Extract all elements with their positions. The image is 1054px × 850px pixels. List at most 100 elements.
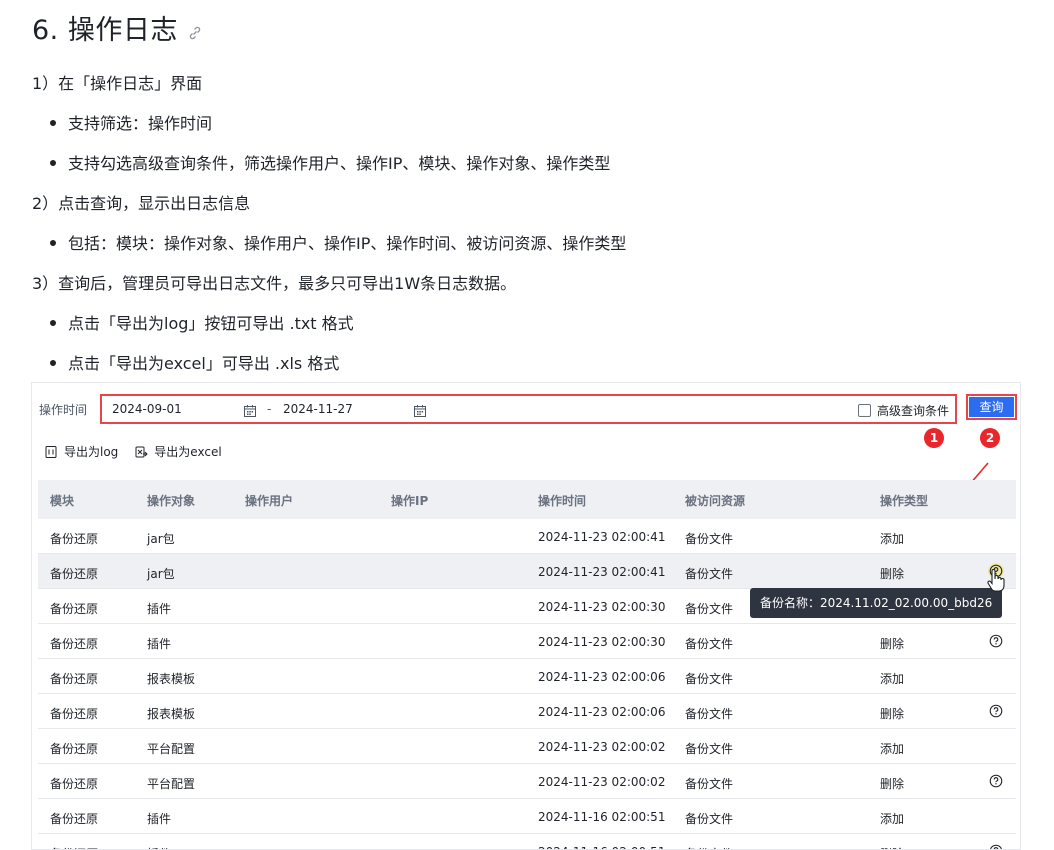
cell-type: 添加 — [880, 812, 905, 826]
column-header: 操作对象 — [147, 494, 196, 508]
column-header: 模块 — [50, 494, 75, 508]
cell-object: 插件 — [147, 845, 171, 849]
paragraph-2: 2）点击查询，显示出日志信息 — [32, 194, 251, 213]
cell-module: 备份还原 — [50, 532, 99, 546]
column-header: 操作类型 — [880, 494, 929, 508]
table-row[interactable]: 备份还原 平台配置 2024-11-23 02:00:02 备份文件 删除 — [38, 764, 1016, 799]
cell-type: 删除 — [880, 637, 905, 651]
cell-resource: 备份文件 — [685, 567, 734, 581]
bullet-dot — [50, 319, 56, 326]
cell-object: jar包 — [147, 532, 175, 546]
cell-object: 报表模板 — [147, 707, 196, 721]
cell-module: 备份还原 — [50, 742, 99, 756]
table-body: 备份还原 jar包 2024-11-23 02:00:41 备份文件 添加 备份还原 jar… — [38, 519, 1016, 849]
cell-module: 备份还原 — [50, 637, 99, 651]
column-header: 被访问资源 — [685, 494, 746, 508]
operation-log-screenshot: 操作时间 2024-09-01 - 2024-11-27 高级查询条件 查询 1… — [31, 382, 1021, 850]
bullet-text: 点击「导出为excel」可导出 .xls 格式 — [68, 354, 340, 373]
query-button[interactable]: 查询 — [966, 394, 1017, 420]
cell-module: 备份还原 — [50, 812, 99, 826]
table-row[interactable]: 备份还原 jar包 2024-11-23 02:00:41 备份文件 删除 — [38, 554, 1016, 589]
cell-time: 2024-11-16 02:00:51 — [538, 810, 666, 824]
cell-object: jar包 — [147, 567, 175, 581]
cell-resource: 备份文件 — [685, 742, 734, 756]
cell-resource: 备份文件 — [685, 637, 734, 651]
table-header: 模块 操作对象 操作用户 操作IP 操作时间 被访问资源 操作类型 — [38, 480, 1016, 519]
calendar-icon[interactable] — [413, 403, 427, 422]
export-toolbar: 导出为log 导出为excel — [44, 443, 238, 460]
bullet-3-1: 点击「导出为log」按钮可导出 .txt 格式 — [50, 310, 354, 334]
column-header: 操作用户 — [245, 494, 294, 508]
cell-type: 添加 — [880, 532, 905, 546]
bullet-text: 点击「导出为log」按钮可导出 .txt 格式 — [68, 314, 354, 333]
page-title: 6. 操作日志 — [32, 8, 202, 47]
cell-type: 删除 — [880, 845, 904, 849]
end-date-input[interactable]: 2024-11-27 — [283, 402, 353, 416]
cell-time: 2024-11-23 02:00:06 — [538, 670, 666, 684]
cell-time: 2024-11-23 02:00:41 — [538, 565, 666, 579]
help-icon[interactable] — [988, 773, 1004, 793]
start-date-input[interactable]: 2024-09-01 — [112, 402, 182, 416]
export-log-icon — [45, 445, 57, 458]
paragraph-3: 3）查询后，管理员可导出日志文件，最多只可导出1W条日志数据。 — [32, 274, 517, 293]
cell-module: 备份还原 — [50, 707, 99, 721]
cell-time: 2024-11-23 02:00:06 — [538, 705, 666, 719]
bullet-1-2: 支持勾选高级查询条件，筛选操作用户、操作IP、模块、操作对象、操作类型 — [50, 150, 610, 174]
export-excel-button[interactable]: 导出为excel — [134, 443, 222, 460]
bullet-text: 包括：模块：操作对象、操作用户、操作IP、操作时间、被访问资源、操作类型 — [68, 234, 627, 253]
table-row[interactable]: 备份还原 平台配置 2024-11-23 02:00:02 备份文件 添加 — [38, 729, 1016, 764]
help-icon[interactable] — [988, 633, 1004, 653]
cell-time: 2024-11-23 02:00:30 — [538, 635, 666, 649]
cell-module: 备份还原 — [50, 567, 99, 581]
export-log-label: 导出为log — [64, 445, 119, 459]
cell-object: 插件 — [147, 637, 172, 651]
cell-resource: 备份文件 — [685, 672, 734, 686]
cell-object: 平台配置 — [147, 742, 196, 756]
bullet-text: 支持勾选高级查询条件，筛选操作用户、操作IP、模块、操作对象、操作类型 — [68, 154, 611, 173]
table-row[interactable]: 备份还原 报表模板 2024-11-23 02:00:06 备份文件 添加 — [38, 659, 1016, 694]
checkbox-box[interactable] — [858, 404, 871, 417]
cell-time: 2024-11-23 02:00:41 — [538, 530, 666, 544]
cell-resource: 备份文件 — [685, 602, 734, 616]
cell-module: 备份还原 — [50, 672, 99, 686]
bullet-1-1: 支持筛选：操作时间 — [50, 110, 212, 134]
cell-type: 添加 — [880, 742, 905, 756]
table-row[interactable]: 备份还原 插件 2024-11-16 02:00:51 备份文件 删除 — [38, 834, 1016, 849]
step-marker-1: 1 — [924, 428, 944, 448]
bullet-2-1: 包括：模块：操作对象、操作用户、操作IP、操作时间、被访问资源、操作类型 — [50, 230, 626, 254]
bullet-dot — [50, 119, 56, 126]
bullet-dot — [50, 359, 56, 366]
link-icon[interactable] — [188, 16, 202, 47]
export-excel-icon — [135, 446, 149, 457]
paragraph-1: 1）在「操作日志」界面 — [32, 74, 203, 93]
cell-resource: 备份文件 — [685, 707, 734, 721]
cell-type: 添加 — [880, 672, 905, 686]
cell-module: 备份还原 — [50, 845, 98, 849]
cell-time: 2024-11-23 02:00:02 — [538, 740, 666, 754]
page-title-text: 6. 操作日志 — [32, 15, 178, 46]
cell-resource: 备份文件 — [685, 812, 734, 826]
bullet-dot — [50, 159, 56, 166]
cell-object: 插件 — [147, 812, 172, 826]
export-log-button[interactable]: 导出为log — [44, 443, 118, 460]
help-icon[interactable] — [988, 843, 1004, 849]
table-row[interactable]: 备份还原 插件 2024-11-16 02:00:51 备份文件 添加 — [38, 799, 1016, 834]
cell-module: 备份还原 — [50, 602, 99, 616]
date-separator: - — [267, 402, 272, 416]
table-row[interactable]: 备份还原 jar包 2024-11-23 02:00:41 备份文件 添加 — [38, 519, 1016, 554]
cell-object: 报表模板 — [147, 672, 196, 686]
column-header: 操作时间 — [538, 494, 587, 508]
table-row[interactable]: 备份还原 插件 2024-11-23 02:00:30 备份文件 删除 — [38, 624, 1016, 659]
filter-highlight-box: 2024-09-01 - 2024-11-27 高级查询条件 — [100, 394, 957, 424]
table-row[interactable]: 备份还原 报表模板 2024-11-23 02:00:06 备份文件 删除 — [38, 694, 1016, 729]
calendar-icon[interactable] — [243, 403, 257, 422]
log-table: 模块 操作对象 操作用户 操作IP 操作时间 被访问资源 操作类型 备份还原 ja… — [38, 480, 1016, 849]
advanced-query-checkbox[interactable]: 高级查询条件 — [858, 402, 949, 419]
cell-resource: 备份文件 — [685, 845, 733, 849]
filter-label: 操作时间 — [39, 403, 88, 417]
column-header: 操作IP — [391, 494, 429, 508]
cell-object: 平台配置 — [147, 777, 196, 791]
cell-type: 删除 — [880, 567, 905, 581]
help-icon[interactable] — [988, 703, 1004, 723]
cell-module: 备份还原 — [50, 777, 99, 791]
